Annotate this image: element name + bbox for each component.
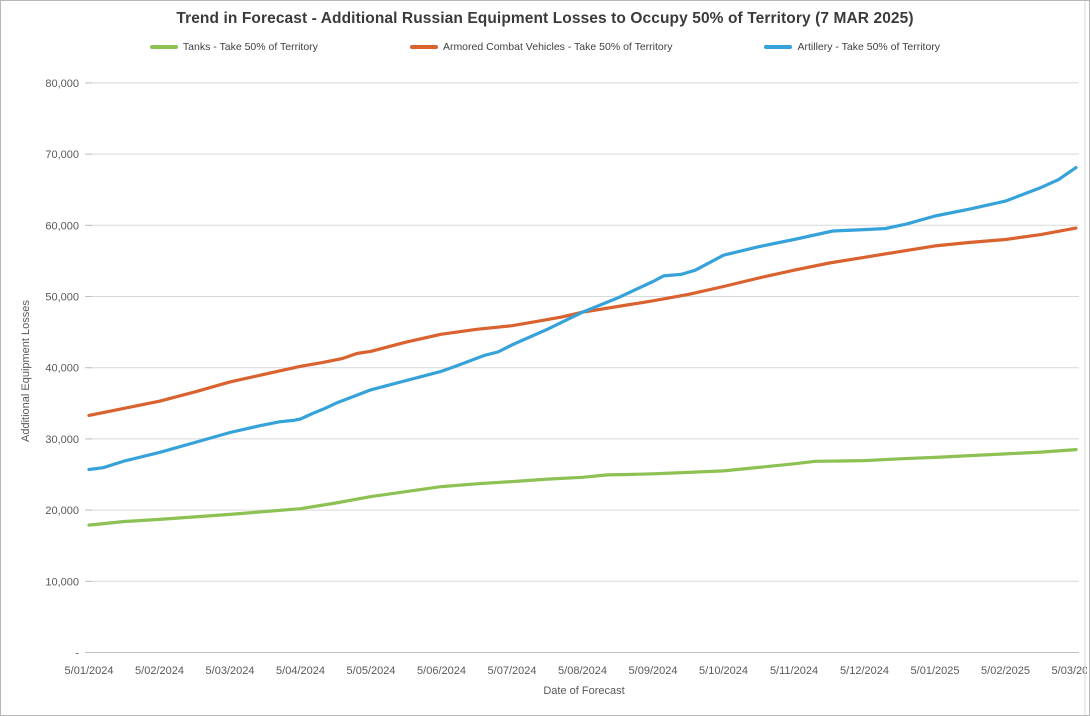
svg-text:5/03/2024: 5/03/2024 <box>206 665 255 677</box>
svg-text:5/01/2024: 5/01/2024 <box>65 665 114 677</box>
svg-text:5/06/2024: 5/06/2024 <box>417 665 466 677</box>
svg-text:50,000: 50,000 <box>45 292 79 304</box>
svg-text:5/04/2024: 5/04/2024 <box>276 665 325 677</box>
svg-text:40,000: 40,000 <box>45 363 79 375</box>
svg-text:5/03/2025: 5/03/2025 <box>1052 665 1087 677</box>
chart-container: Trend in Forecast - Additional Russian E… <box>0 0 1090 716</box>
y-axis-title: Additional Equipment Losses <box>20 300 32 442</box>
svg-text:80,000: 80,000 <box>45 78 79 90</box>
svg-text:5/02/2025: 5/02/2025 <box>981 665 1030 677</box>
svg-text:5/02/2024: 5/02/2024 <box>135 665 184 677</box>
svg-text:20,000: 20,000 <box>45 505 79 517</box>
svg-text:30,000: 30,000 <box>45 434 79 446</box>
svg-text:5/07/2024: 5/07/2024 <box>488 665 537 677</box>
svg-text:10,000: 10,000 <box>45 576 79 588</box>
svg-text:60,000: 60,000 <box>45 220 79 232</box>
svg-text:5/10/2024: 5/10/2024 <box>699 665 748 677</box>
svg-text:5/11/2024: 5/11/2024 <box>770 665 818 677</box>
x-axis-title: Date of Forecast <box>543 685 625 697</box>
svg-text:5/08/2024: 5/08/2024 <box>558 665 607 677</box>
plot-area: - 10,000 20,000 30,000 40,000 50,000 60,000 70,… <box>45 1 1087 715</box>
svg-text:5/09/2024: 5/09/2024 <box>629 665 678 677</box>
svg-text:-: - <box>75 648 79 660</box>
svg-text:5/01/2025: 5/01/2025 <box>911 665 960 677</box>
svg-text:5/05/2024: 5/05/2024 <box>347 665 396 677</box>
svg-text:5/12/2024: 5/12/2024 <box>840 665 889 677</box>
svg-text:70,000: 70,000 <box>45 149 79 161</box>
